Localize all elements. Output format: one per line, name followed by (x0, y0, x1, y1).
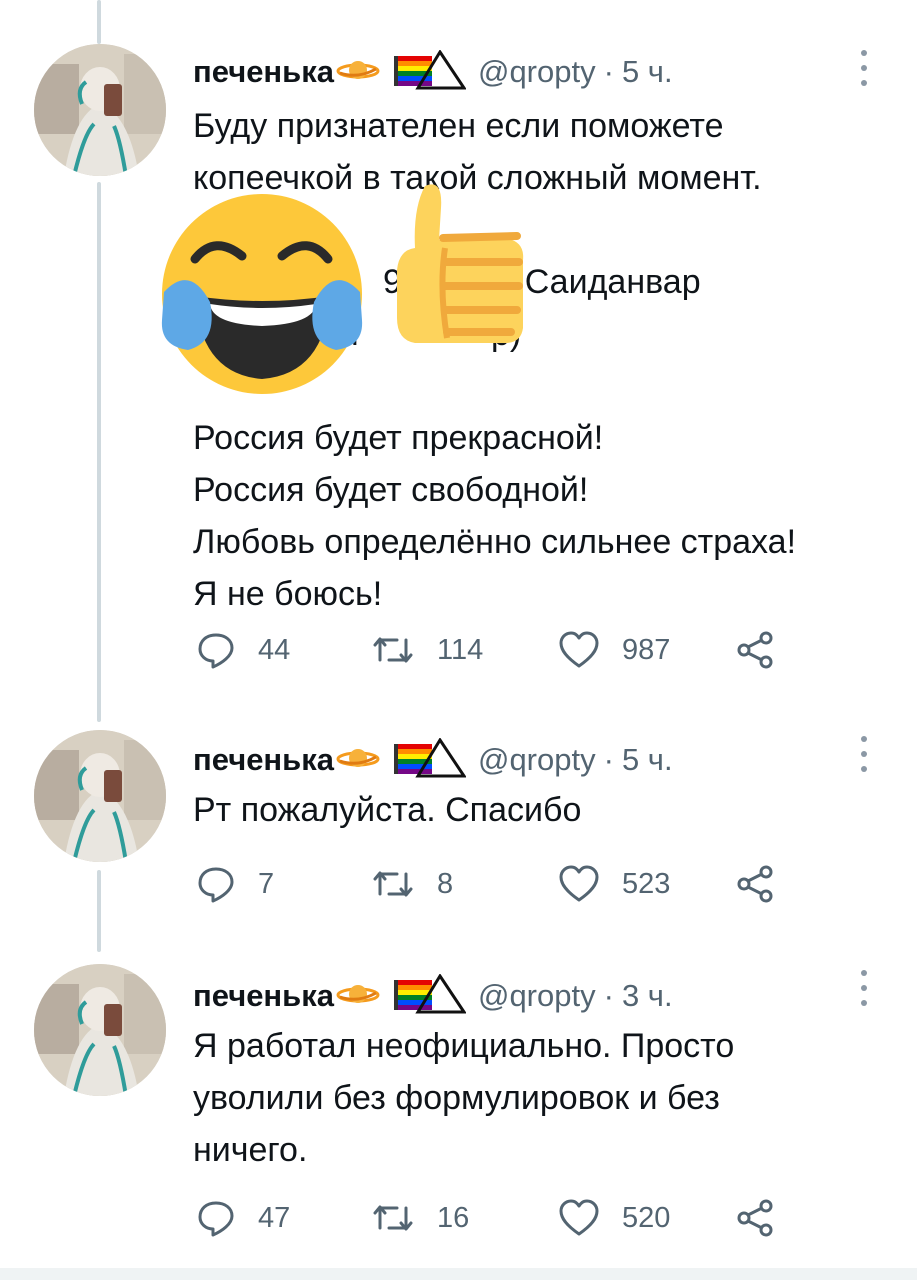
separator-dot: · (603, 978, 614, 1013)
retweet-count: 8 (437, 867, 454, 900)
tweet-text-line: Я не боюсь! (193, 575, 383, 613)
share-button[interactable] (736, 864, 776, 904)
like-count: 523 (622, 867, 671, 900)
avatar[interactable] (34, 44, 166, 176)
like-count: 987 (622, 633, 671, 666)
timestamp[interactable]: 3 ч. (622, 978, 673, 1014)
separator-dot: · (603, 54, 614, 89)
handle[interactable]: @qropty (478, 742, 596, 778)
more-options-icon[interactable] (858, 50, 870, 86)
retweet-icon (373, 1205, 413, 1231)
tweet-2[interactable]: печенька @qropty · 5 ч. Рт пожалуйста. С… (0, 700, 917, 940)
display-name[interactable]: печенька (193, 978, 334, 1014)
retweet-button[interactable]: 16 (371, 1198, 469, 1238)
heart-icon (559, 1199, 599, 1236)
action-bar: 47 16 520 (196, 1198, 796, 1238)
share-icon (737, 631, 773, 669)
heart-icon (559, 631, 599, 668)
retweet-button[interactable]: 8 (371, 864, 453, 904)
more-options-icon[interactable] (858, 736, 870, 772)
reply-icon (198, 1201, 234, 1237)
action-bar: 7 8 523 (196, 864, 796, 904)
retweet-count: 16 (437, 1201, 470, 1234)
rainbow-flag-triangle-icon (392, 48, 467, 95)
avatar[interactable] (34, 730, 166, 862)
reply-button[interactable]: 47 (196, 1198, 290, 1238)
reply-count: 7 (258, 867, 275, 900)
reply-icon (198, 633, 234, 669)
tweet-3[interactable]: печенька @qropty · 3 ч. Я работал неофиц… (0, 940, 917, 1280)
reply-count: 47 (258, 1201, 291, 1234)
tweet-text-line: Рт пожалуйста. Спасибо (193, 791, 582, 829)
reply-icon (198, 867, 234, 903)
tweet-text-line: Я работал неофициально. Просто (193, 1027, 735, 1065)
more-options-icon[interactable] (858, 970, 870, 1006)
tweet-text-line: Россия будет прекрасной! (193, 419, 604, 457)
retweet-button[interactable]: 114 (371, 630, 483, 670)
tweet-header: печенька @qropty · 5 ч. (193, 736, 673, 783)
avatar[interactable] (34, 964, 166, 1096)
tweet-text-line: Россия будет свободной! (193, 471, 589, 509)
bottom-divider (0, 1268, 917, 1280)
tweet-header: печенька @qropty · 5 ч. (193, 48, 673, 95)
reply-button[interactable]: 44 (196, 630, 290, 670)
rainbow-flag-triangle-icon (392, 972, 467, 1019)
thumbs-up-emoji (385, 178, 535, 353)
handle[interactable]: @qropty (478, 54, 596, 90)
reply-count: 44 (258, 633, 291, 666)
like-count: 520 (622, 1201, 671, 1234)
retweet-icon (373, 637, 413, 663)
handle[interactable]: @qropty (478, 978, 596, 1014)
retweet-count: 114 (437, 633, 484, 666)
display-name[interactable]: печенька (193, 54, 334, 90)
tweet-text-line: ничего. (193, 1131, 308, 1169)
reply-button[interactable]: 7 (196, 864, 274, 904)
timestamp[interactable]: 5 ч. (622, 54, 673, 90)
tweet-text: Рт пожалуйста. Спасибо (193, 784, 893, 836)
like-button[interactable]: 520 (558, 1198, 670, 1238)
display-name[interactable]: печенька (193, 742, 334, 778)
face-with-tears-of-joy-emoji (150, 184, 380, 409)
share-button[interactable] (736, 1198, 776, 1238)
heart-icon (559, 865, 599, 902)
share-icon (737, 1199, 773, 1237)
timestamp[interactable]: 5 ч. (622, 742, 673, 778)
tweet-header: печенька @qropty · 3 ч. (193, 972, 673, 1019)
tweet-text-line: уволили без формулировок и без (193, 1079, 720, 1117)
rainbow-flag-triangle-icon (392, 736, 467, 783)
saturn-emoji-icon (336, 981, 380, 1012)
share-icon (737, 865, 773, 903)
like-button[interactable]: 523 (558, 864, 670, 904)
action-bar: 44 114 987 (196, 630, 796, 670)
separator-dot: · (603, 742, 614, 777)
retweet-icon (373, 871, 413, 897)
tweet-text-line: Любовь определённо сильнее страха! (193, 523, 797, 561)
saturn-emoji-icon (336, 745, 380, 776)
tweet-text-line: Буду признателен если поможете (193, 107, 724, 145)
saturn-emoji-icon (336, 57, 380, 88)
tweet-text: Я работал неофициально. Просто уволили б… (193, 1020, 893, 1176)
share-button[interactable] (736, 630, 776, 670)
like-button[interactable]: 987 (558, 630, 670, 670)
